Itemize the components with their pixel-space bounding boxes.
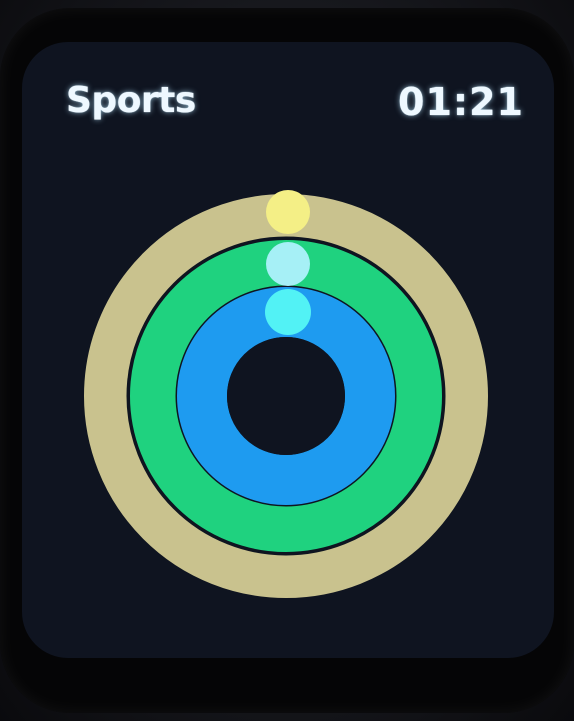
watch-screen: Sports 01:21 [22, 42, 554, 658]
middle-ring-dot [266, 242, 310, 286]
activity-rings[interactable] [22, 42, 554, 658]
watch-photo: Sports 01:21 [0, 0, 574, 721]
ring-center [227, 337, 345, 455]
outer-ring-dot [266, 190, 310, 234]
inner-ring-dot [265, 289, 311, 335]
